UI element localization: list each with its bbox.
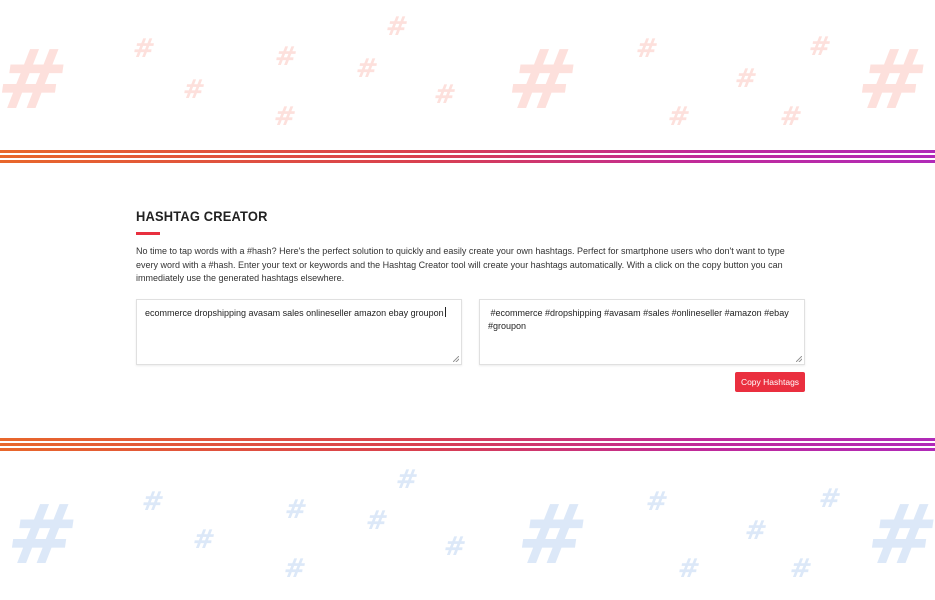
hash-icon: # (190, 525, 217, 555)
hash-icon: # (431, 80, 458, 110)
hash-icon: # (393, 465, 420, 495)
hashtag-creator-page: # # # # # # # # # # # # # # # HASHTAG CR… (0, 0, 935, 600)
hash-icon: # (675, 554, 702, 584)
hash-icon: # (787, 554, 814, 584)
hash-icon: # (130, 34, 157, 64)
hash-icon: # (742, 516, 769, 546)
top-gradient-divider (0, 150, 935, 164)
page-title: HASHTAG CREATOR (136, 208, 268, 224)
top-hash-pattern: # # # # # # # # # # # # # # # (0, 0, 935, 146)
resize-handle-icon[interactable] (796, 356, 802, 362)
hash-icon: # (363, 506, 390, 536)
hash-icon: # (806, 32, 833, 62)
editor-area: ecommerce dropshipping avasam sales onli… (136, 299, 806, 365)
title-underline (136, 232, 160, 235)
copy-hashtags-button[interactable]: Copy Hashtags (735, 372, 805, 392)
bottom-hash-pattern: # # # # # # # # # # # # # # # (0, 455, 935, 600)
hash-icon: # (139, 487, 166, 517)
hash-icon: # (353, 54, 380, 84)
tool-description: No time to tap words with a #hash? Here'… (136, 246, 785, 283)
hashtags-output-value: #ecommerce #dropshipping #avasam #sales … (488, 308, 792, 331)
hash-icon: # (281, 554, 308, 584)
keywords-input[interactable]: ecommerce dropshipping avasam sales onli… (136, 299, 462, 365)
hash-icon: # (272, 42, 299, 72)
hash-icon: # (777, 102, 804, 132)
hash-icon: # (511, 488, 594, 583)
hash-icon: # (282, 495, 309, 525)
keywords-input-value: ecommerce dropshipping avasam sales onli… (145, 308, 444, 318)
hash-icon: # (665, 102, 692, 132)
hash-icon: # (643, 487, 670, 517)
hash-icon: # (501, 33, 584, 128)
hashtags-output[interactable]: #ecommerce #dropshipping #avasam #sales … (479, 299, 805, 365)
hash-icon: # (271, 102, 298, 132)
hash-icon: # (861, 488, 935, 583)
hash-icon: # (816, 484, 843, 514)
text-cursor (444, 307, 446, 317)
hash-icon: # (383, 12, 410, 42)
hash-icon: # (1, 488, 84, 583)
hash-icon: # (851, 33, 934, 128)
hash-icon: # (732, 64, 759, 94)
hash-icon: # (633, 34, 660, 64)
hash-icon: # (441, 532, 468, 562)
bottom-gradient-divider (0, 438, 935, 452)
hash-icon: # (0, 33, 74, 128)
hash-icon: # (180, 75, 207, 105)
main-section: HASHTAG CREATOR No time to tap words wit… (136, 208, 806, 286)
resize-handle-icon[interactable] (453, 356, 459, 362)
